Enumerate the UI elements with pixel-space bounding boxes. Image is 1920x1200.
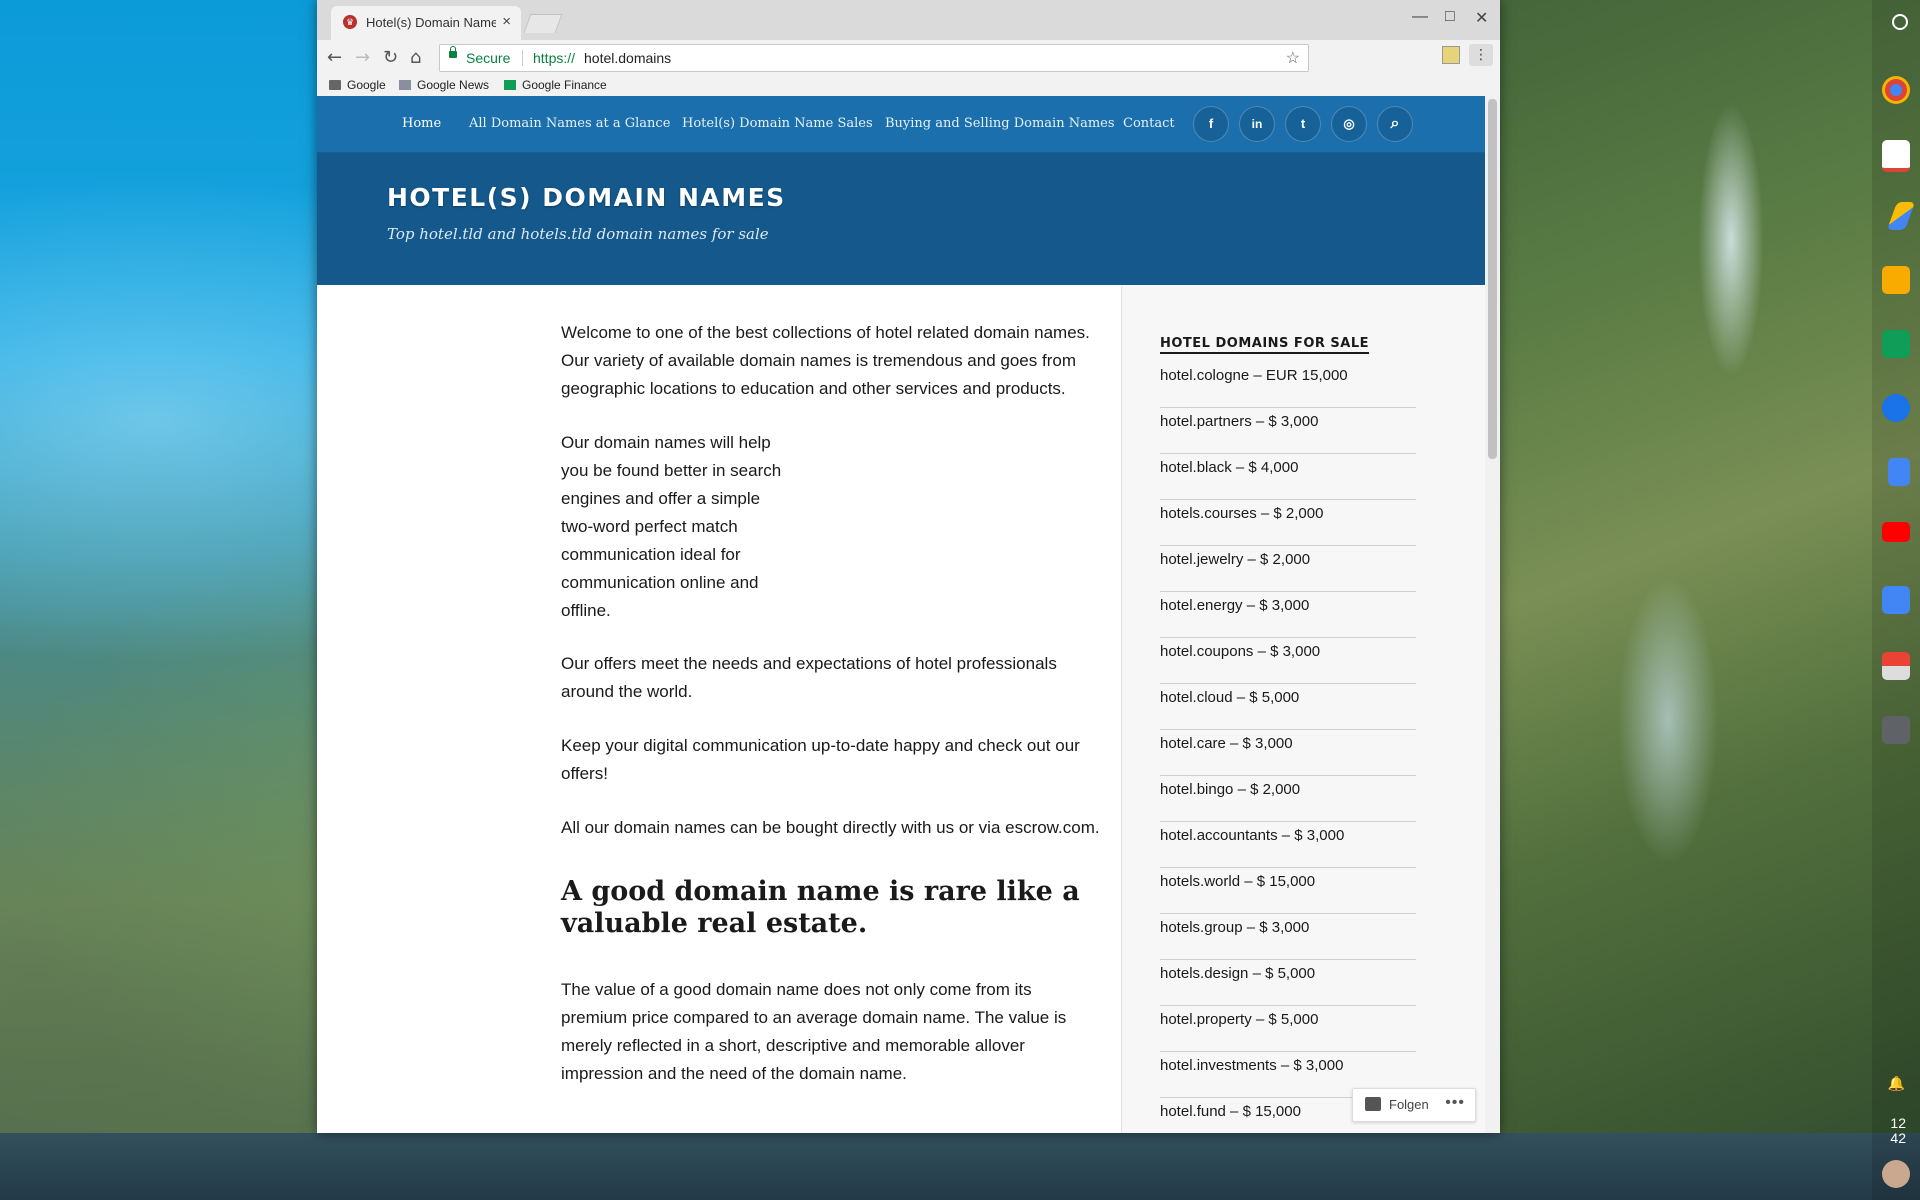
os-shelf: 🔔 12 42 [1872,0,1920,1200]
youtube-icon[interactable] [1882,522,1910,542]
address-bar[interactable]: Secure https:// hotel.domains ☆ [439,44,1309,72]
facebook-icon[interactable]: f [1193,106,1229,142]
linkedin-icon[interactable]: in [1239,106,1275,142]
domain-item[interactable]: hotels.group – $ 3,000 [1160,914,1416,960]
update-paragraph: Keep your digital communication up-to-da… [561,736,1080,783]
site-navigation: Home All Domain Names at a Glance Hotel(… [317,96,1485,153]
wallpaper-bottom [0,1133,1920,1200]
site-favicon-icon: ♛ [343,15,357,29]
widget-title: HOTEL DOMAINS FOR SALE [1160,336,1369,354]
domain-item[interactable]: hotel.care – $ 3,000 [1160,730,1416,776]
lock-icon [449,46,457,58]
bookmark-google[interactable]: Google [329,78,386,92]
secure-label: Secure [466,50,511,66]
instagram-icon[interactable]: ◎ [1331,106,1367,142]
ads-icon[interactable] [1886,202,1916,230]
browser-toolbar: ← → ↻ ⌂ Secure https:// hotel.domains ☆ [317,40,1500,76]
url-scheme: https:// [533,50,576,66]
translate-icon[interactable] [1882,586,1910,614]
domain-item[interactable]: hotel.coupons – $ 3,000 [1160,638,1416,684]
domain-item[interactable]: hotel.jewelry – $ 2,000 [1160,546,1416,592]
wordpress-icon [1365,1097,1381,1111]
maximize-button[interactable]: □ [1445,8,1455,26]
follow-button[interactable]: Folgen ••• [1352,1088,1476,1122]
domain-item[interactable]: hotel.energy – $ 3,000 [1160,592,1416,638]
nav-domain-sales[interactable]: Hotel(s) Domain Name Sales [682,116,873,131]
extension-icon[interactable] [1442,46,1460,64]
seo-paragraph: Our domain names will help you be found … [561,433,782,620]
bookmark-google-news[interactable]: Google News [399,78,489,92]
domain-list: hotel.cologne – EUR 15,000 hotel.partner… [1160,362,1416,1133]
close-window-button[interactable]: ✕ [1475,8,1488,28]
chrome-icon[interactable] [1882,76,1910,104]
escrow-paragraph: All our domain names can be bought direc… [561,818,1100,837]
intro-paragraph: Welcome to one of the best collections o… [561,323,1090,398]
new-tab-button[interactable] [523,14,563,33]
analytics-icon[interactable] [1882,266,1910,294]
site-header: HOTEL(S) DOMAIN NAMES Top hotel.tld and … [317,153,1485,285]
nav-home[interactable]: Home [402,116,441,131]
url-host: hotel.domains [584,50,672,66]
domain-item[interactable]: hotel.cloud – $ 5,000 [1160,684,1416,730]
domain-item[interactable]: hotel.black – $ 4,000 [1160,454,1416,500]
page-viewport: Home All Domain Names at a Glance Hotel(… [317,96,1485,1133]
domain-item[interactable]: hotel.bingo – $ 2,000 [1160,776,1416,822]
domain-item[interactable]: hotel.partners – $ 3,000 [1160,408,1416,454]
nav-all-domains[interactable]: All Domain Names at a Glance [469,116,670,131]
forward-button[interactable]: → [355,47,370,68]
tab-close-icon[interactable]: × [502,13,511,30]
docs-icon[interactable] [1888,458,1910,486]
domain-item[interactable]: hotel.property – $ 5,000 [1160,1006,1416,1052]
tab-title: Hotel(s) Domain Names [366,15,496,30]
sheets-icon[interactable] [1882,330,1910,358]
calculator-icon[interactable] [1882,716,1910,744]
site-title[interactable]: HOTEL(S) DOMAIN NAMES [387,183,786,212]
gmail-icon[interactable] [1882,140,1910,172]
home-button[interactable]: ⌂ [410,47,421,68]
back-button[interactable]: ← [327,47,342,68]
site-tagline: Top hotel.tld and hotels.tld domain name… [387,225,769,243]
webstore-icon[interactable] [1882,652,1910,680]
finance-icon [504,80,516,90]
browser-menu-button[interactable]: ⋮ [1469,44,1493,66]
files-icon[interactable] [1882,394,1910,422]
minimize-button[interactable]: — [1412,8,1428,26]
folder-icon [329,80,341,90]
bookmark-google-finance[interactable]: Google Finance [504,78,607,92]
nav-contact[interactable]: Contact [1123,116,1175,131]
omnibox-divider [522,50,523,66]
more-options-icon[interactable]: ••• [1445,1094,1465,1112]
news-icon [399,80,411,90]
domain-item[interactable]: hotels.courses – $ 2,000 [1160,500,1416,546]
wallpaper-road [1500,0,1920,1200]
notification-bell-icon[interactable]: 🔔 [1888,1076,1905,1092]
search-icon[interactable]: ⌕ [1377,106,1413,142]
domain-item[interactable]: hotels.design – $ 5,000 [1160,960,1416,1006]
launcher-icon[interactable] [1892,14,1908,30]
follow-label: Folgen [1389,1097,1429,1112]
clock[interactable]: 12 42 [1890,1116,1906,1146]
twitter-icon[interactable]: t [1285,106,1321,142]
title-bar: ♛ Hotel(s) Domain Names × — □ ✕ [317,0,1500,40]
avatar[interactable] [1882,1160,1910,1188]
domain-item[interactable]: hotels.world – $ 15,000 [1160,868,1416,914]
offers-paragraph: Our offers meet the needs and expectatio… [561,654,1057,701]
section-heading: A good domain name is rare like a valuab… [561,876,1080,939]
reload-button[interactable]: ↻ [383,47,398,68]
domain-item[interactable]: hotel.cologne – EUR 15,000 [1160,362,1416,408]
nav-buying-selling[interactable]: Buying and Selling Domain Names [885,116,1115,131]
browser-window: ♛ Hotel(s) Domain Names × — □ ✕ ← → ↻ ⌂ … [317,0,1500,1133]
bookmarks-bar: Google Google News Google Finance [317,76,1500,96]
sidebar: HOTEL DOMAINS FOR SALE hotel.cologne – E… [1121,286,1485,1133]
bookmark-star-icon[interactable]: ☆ [1286,48,1300,68]
domain-item[interactable]: hotel.accountants – $ 3,000 [1160,822,1416,868]
tab-active[interactable]: ♛ Hotel(s) Domain Names × [331,6,521,40]
value-paragraph: The value of a good domain name does not… [561,980,1067,1083]
scrollbar-thumb[interactable] [1488,99,1497,459]
